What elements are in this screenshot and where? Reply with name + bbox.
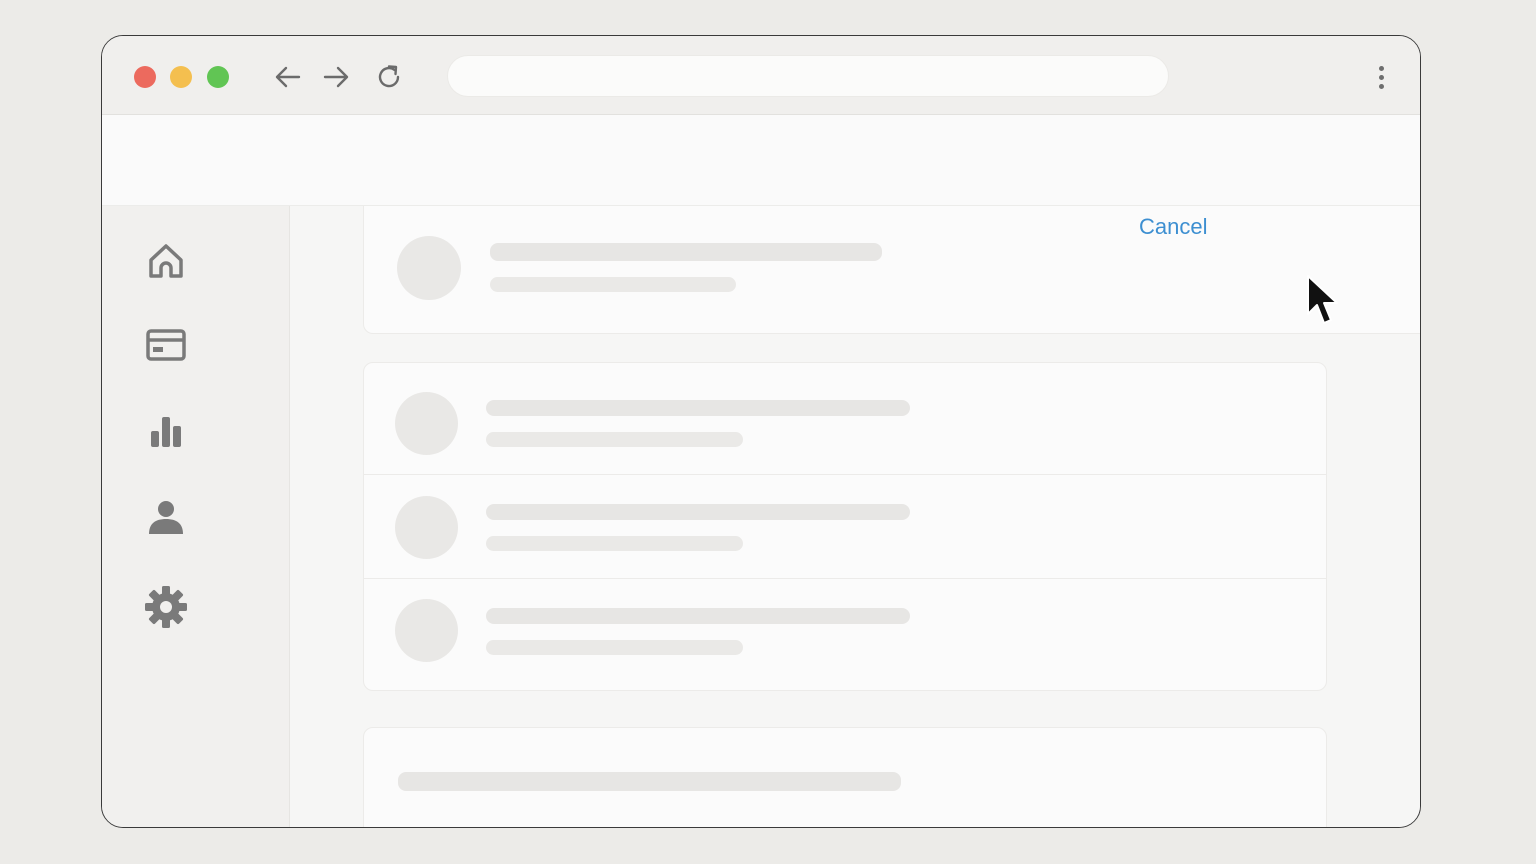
card-icon xyxy=(146,329,186,361)
gear-icon xyxy=(145,586,187,628)
bottom-card xyxy=(363,727,1327,827)
reload-icon xyxy=(378,65,400,88)
more-vertical-icon-dot xyxy=(1378,83,1384,89)
sidebar-item-cards[interactable] xyxy=(142,321,190,369)
browser-toolbar xyxy=(102,36,1420,115)
sidebar-item-home[interactable] xyxy=(142,237,190,285)
list-card xyxy=(363,362,1327,691)
arrow-left-icon xyxy=(275,66,301,88)
title-placeholder xyxy=(486,608,910,624)
back-button[interactable] xyxy=(273,62,303,92)
subtitle-placeholder xyxy=(486,432,743,447)
avatar-placeholder xyxy=(395,496,458,559)
avatar-placeholder xyxy=(397,236,461,300)
forward-button[interactable] xyxy=(321,62,351,92)
address-bar[interactable] xyxy=(447,55,1169,97)
home-icon xyxy=(149,244,183,278)
browser-window xyxy=(101,35,1421,828)
page-header xyxy=(102,115,1420,206)
browser-menu-button[interactable] xyxy=(1366,60,1396,94)
avatar-placeholder xyxy=(395,599,458,662)
title-placeholder xyxy=(490,243,882,261)
title-placeholder xyxy=(398,772,901,791)
subtitle-placeholder xyxy=(486,640,743,655)
subtitle-placeholder xyxy=(486,536,743,551)
main-content xyxy=(290,206,1420,827)
minimize-window-button[interactable] xyxy=(170,66,192,88)
close-window-button[interactable] xyxy=(134,66,156,88)
list-item[interactable] xyxy=(364,363,1326,474)
title-placeholder xyxy=(486,400,910,416)
avatar-placeholder xyxy=(395,392,458,455)
user-icon xyxy=(149,501,183,534)
list-item[interactable] xyxy=(364,579,1326,691)
subtitle-placeholder xyxy=(490,277,736,292)
top-card xyxy=(363,206,1420,334)
more-vertical-icon xyxy=(1378,65,1384,71)
sidebar-item-profile[interactable] xyxy=(142,493,190,541)
sidebar-item-settings[interactable] xyxy=(142,583,190,631)
sidebar xyxy=(102,206,290,827)
arrow-right-icon xyxy=(323,66,349,88)
sidebar-item-analytics[interactable] xyxy=(142,407,190,455)
list-item[interactable] xyxy=(364,475,1326,578)
cancel-button[interactable]: Cancel xyxy=(1139,214,1207,240)
title-placeholder xyxy=(486,504,910,520)
reload-button[interactable] xyxy=(374,62,404,92)
more-vertical-icon-dot xyxy=(1378,74,1384,80)
maximize-window-button[interactable] xyxy=(207,66,229,88)
bar-chart-icon xyxy=(151,417,181,447)
